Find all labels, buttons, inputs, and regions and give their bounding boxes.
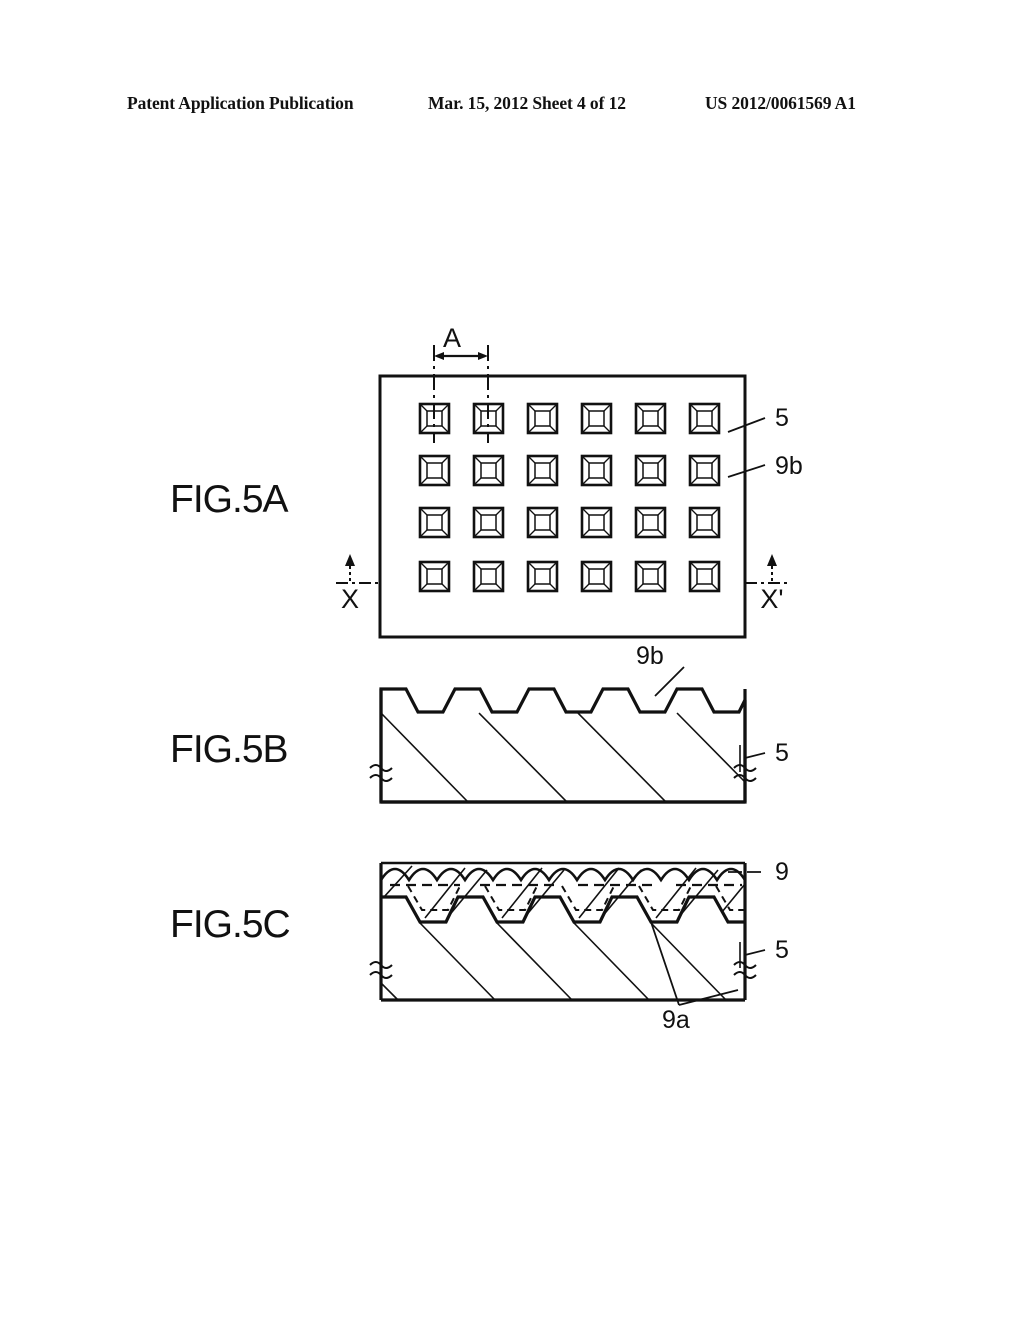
recess-cell [580,402,613,435]
callout-5-fig5b: 5 [775,739,789,767]
leader-line-9a-a [650,921,680,1006]
fig5c-recess-hidden-outlines [407,885,744,911]
figure-5b-group: 9b 5 [369,642,789,804]
recess-cell [688,560,721,593]
leader-line-5-fig5c [744,949,766,956]
recess-cell [580,454,613,487]
figure-5a-group: A 5 9b X X' [336,323,803,639]
fig5b-substrate-profile [379,687,747,804]
fig5a-recess-array [418,402,721,593]
leader-line-9a-b [678,989,739,1006]
fig5c-recess-profiles [381,895,745,924]
figure-label-5c: FIG.5C [170,903,291,946]
recess-cell [634,402,667,435]
callout-9-fig5c: 9 [775,858,789,886]
header-date-sheet: Mar. 15, 2012 Sheet 4 of 12 [428,92,626,113]
callout-9a-fig5c: 9a [662,1006,690,1034]
recess-cell [688,454,721,487]
recess-cell [418,454,451,487]
sheet-header: Patent Application Publication Mar. 15, … [0,88,1024,118]
callout-9b-fig5b: 9b [636,642,664,670]
section-mark-x-prime-right: X' [745,554,789,614]
fig5c-body-hatching [380,922,727,1001]
figure-label-5b: FIG.5B [170,728,289,771]
recess-cell [472,454,505,487]
recess-cell [688,506,721,539]
recess-cell [526,560,559,593]
fig5b-break-mark-left [369,764,393,782]
recess-cell [526,402,559,435]
dimension-a-group: A [433,323,489,443]
section-arrowhead-x-prime [767,554,777,566]
leader-line-9b-fig5a [727,464,766,478]
callout-9b-fig5a: 9b [775,452,803,480]
recess-cell [580,560,613,593]
dimension-arrowhead-right [478,352,488,360]
recess-cell [472,506,505,539]
recess-cell [634,454,667,487]
leader-line-5-fig5b [744,752,766,759]
header-publication-label: Patent Application Publication [127,92,354,113]
recess-cell [526,454,559,487]
fig5c-break-mark-left [369,961,393,979]
leader-line-5-fig5a [727,417,766,433]
recess-cell [634,506,667,539]
section-arrowhead-x [345,554,355,566]
figure-5c-group: 9 5 9a [369,858,789,1034]
dimension-label-a: A [443,323,461,353]
callout-5-fig5c: 5 [775,936,789,964]
recess-cell [580,506,613,539]
section-mark-x-left: X [336,554,380,614]
fig5c-body-fill [381,863,745,1000]
patent-drawings-svg: A 5 9b X X' 9b 5 9 5 9a [336,323,803,1034]
recess-cell [472,560,505,593]
recess-cell [526,506,559,539]
recess-cell [418,506,451,539]
recess-cell [472,402,505,435]
fig5c-break-mark-right [733,961,757,979]
header-publication-number: US 2012/0061569 A1 [705,92,856,113]
callout-5-fig5a: 5 [775,404,789,432]
fig5b-break-mark-right [733,764,757,782]
section-label-x-prime: X' [760,584,783,614]
fig5c-layer-top-profile [379,867,747,883]
recess-cell [688,402,721,435]
fig5b-hatching [380,712,746,803]
figure-label-5a: FIG.5A [170,478,289,521]
section-label-x: X [341,584,359,614]
drawing-sheet-page: Patent Application Publication Mar. 15, … [0,0,1024,1320]
recess-cell [634,560,667,593]
recess-cell [418,402,451,435]
fig5a-substrate-outline [378,374,747,639]
fig5c-layer-hatching [383,865,746,919]
dimension-arrowhead-left [434,352,444,360]
leader-line-9b-fig5b [654,666,685,697]
recess-cell [418,560,451,593]
